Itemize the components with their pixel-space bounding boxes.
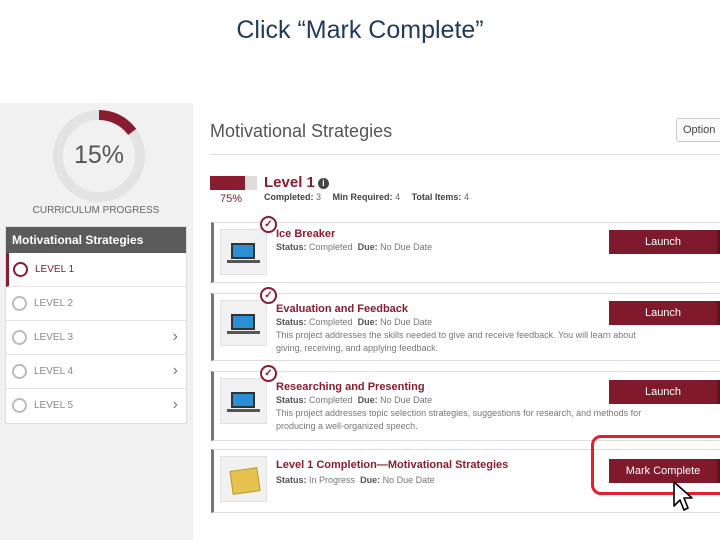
min-required-value: 4 [395, 192, 401, 202]
project-card: ✓ Researching and Presenting Status: Com… [211, 365, 720, 441]
nav-level-1[interactable]: LEVEL 1 [6, 253, 186, 287]
project-card: ✓ Evaluation and Feedback Status: Comple… [211, 287, 720, 361]
project-title: Ice Breaker [276, 228, 336, 240]
left-sidebar: 15% CURRICULUM PROGRESS Motivational Str… [0, 103, 192, 540]
project-card: ✓ Ice Breaker Status: Completed Due: No … [211, 216, 720, 283]
options-button[interactable]: Option [676, 118, 720, 142]
check-icon: ✓ [260, 216, 277, 233]
level-title-text: Level 1 [264, 174, 315, 191]
due-value: No Due Date [382, 475, 435, 485]
progress-percent: 15% [73, 141, 125, 169]
status-value: Completed [309, 317, 353, 327]
nav-level-5[interactable]: LEVEL 5 › [6, 389, 186, 422]
total-items-value: 4 [463, 192, 469, 202]
project-title: Evaluation and Feedback [276, 303, 409, 315]
chevron-right-icon[interactable]: › [173, 328, 178, 346]
progress-label: CURRICULUM PROGRESS [32, 205, 160, 216]
status-label: Status: [276, 395, 307, 405]
laptop-icon [231, 243, 255, 259]
level-progress-track [245, 176, 257, 190]
nav-level-3[interactable]: LEVEL 3 › [6, 321, 186, 355]
check-icon: ✓ [260, 287, 277, 304]
due-label: Due: [360, 475, 381, 485]
due-label: Due: [357, 395, 378, 405]
radio-icon [13, 262, 28, 277]
nav-level-label: LEVEL 5 [34, 400, 74, 411]
radio-icon [12, 398, 27, 413]
status-value: In Progress [309, 475, 356, 485]
launch-button[interactable]: Launch [609, 230, 720, 254]
laptop-base [227, 331, 260, 334]
slide-title: Click “Mark Complete” [236, 16, 484, 44]
level-stats: Completed: 3 Min Required: 4 Total Items… [264, 192, 478, 202]
project-description: This project addresses topic selection s… [276, 408, 642, 431]
project-description: This project addresses the skills needed… [276, 330, 636, 353]
nav-level-label: LEVEL 2 [34, 298, 74, 309]
laptop-icon [231, 314, 255, 330]
radio-icon [12, 296, 27, 311]
highlight-box [591, 435, 720, 495]
project-status: Status: Completed Due: No Due Date [276, 317, 432, 327]
divider [210, 154, 720, 155]
check-icon: ✓ [260, 365, 277, 382]
nav-level-label: LEVEL 1 [35, 264, 75, 275]
due-label: Due: [357, 242, 378, 252]
due-value: No Due Date [380, 395, 433, 405]
completed-value: 3 [316, 192, 322, 202]
project-status: Status: Completed Due: No Due Date [276, 242, 432, 252]
radio-icon [12, 364, 27, 379]
status-value: Completed [309, 242, 353, 252]
project-status: Status: In Progress Due: No Due Date [276, 475, 435, 485]
info-icon[interactable]: i [317, 177, 329, 189]
page-title: Motivational Strategies [210, 121, 393, 141]
status-label: Status: [276, 317, 307, 327]
level-percent: 75% [220, 193, 243, 205]
project-thumbnail [220, 300, 267, 346]
laptop-base [227, 260, 260, 263]
laptop-icon [231, 392, 255, 408]
mouse-cursor-icon [673, 481, 693, 511]
project-thumbnail [220, 378, 267, 424]
status-label: Status: [276, 475, 307, 485]
nav-level-label: LEVEL 4 [34, 366, 74, 377]
nav-level-4[interactable]: LEVEL 4 › [6, 355, 186, 389]
nav-header: Motivational Strategies [6, 227, 186, 253]
chevron-right-icon[interactable]: › [173, 362, 178, 380]
level-title: Level 1i [264, 174, 329, 191]
project-status: Status: Completed Due: No Due Date [276, 395, 432, 405]
folder-icon [229, 467, 261, 495]
total-items-label: Total Items: [411, 192, 462, 202]
status-label: Status: [276, 242, 307, 252]
level-nav: Motivational Strategies LEVEL 1 LEVEL 2 … [5, 226, 187, 424]
status-value: Completed [309, 395, 353, 405]
launch-button[interactable]: Launch [609, 380, 720, 404]
project-title: Researching and Presenting [276, 381, 425, 393]
due-label: Due: [357, 317, 378, 327]
nav-level-2[interactable]: LEVEL 2 [6, 287, 186, 321]
due-value: No Due Date [380, 242, 433, 252]
min-required-label: Min Required: [332, 192, 393, 202]
radio-icon [12, 330, 27, 345]
completed-label: Completed: [264, 192, 314, 202]
launch-button[interactable]: Launch [609, 301, 720, 325]
level-progress-bar [210, 176, 245, 190]
chevron-right-icon[interactable]: › [173, 396, 178, 414]
project-thumbnail [220, 229, 267, 275]
nav-level-label: LEVEL 3 [34, 332, 74, 343]
project-title: Level 1 Completion—Motivational Strategi… [276, 459, 509, 471]
project-thumbnail [220, 456, 267, 502]
due-value: No Due Date [380, 317, 433, 327]
laptop-base [227, 409, 260, 412]
